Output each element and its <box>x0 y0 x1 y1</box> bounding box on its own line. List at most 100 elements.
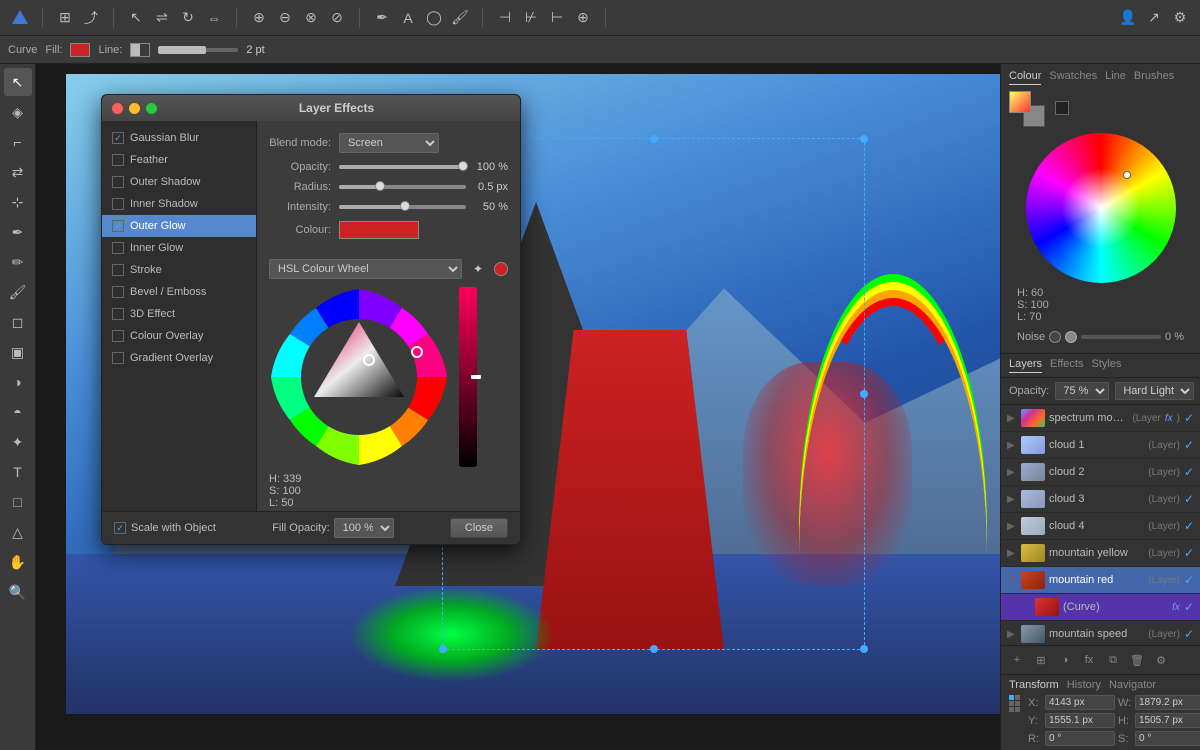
snap-btn[interactable]: ⊕ <box>571 6 595 30</box>
boolean-div-btn[interactable]: ⊘ <box>325 6 349 30</box>
boolean-sub-btn[interactable]: ⊖ <box>273 6 297 30</box>
styles-tab[interactable]: Styles <box>1091 358 1121 373</box>
pen-tool-btn[interactable]: ✒ <box>370 6 394 30</box>
effect-stroke[interactable]: Stroke <box>102 259 256 281</box>
layer-curve[interactable]: (Curve) fx ✓ <box>1001 594 1200 621</box>
expand-icon-2[interactable]: ▶ <box>1007 467 1017 478</box>
layers-blend-mode-select[interactable]: Hard Light <box>1115 382 1194 400</box>
align-left-btn[interactable]: ⊣ <box>493 6 517 30</box>
dialog-close-btn[interactable] <box>112 103 123 114</box>
r-input[interactable] <box>1045 731 1115 746</box>
swatches-tab[interactable]: Swatches <box>1049 70 1097 85</box>
effect-colour-overlay[interactable]: Colour Overlay <box>102 325 256 347</box>
layers-tab[interactable]: Layers <box>1009 358 1042 373</box>
gradient-tool-btn[interactable]: ◑ <box>4 368 32 396</box>
dialog-maximize-btn[interactable] <box>146 103 157 114</box>
layer-check-5[interactable]: ✓ <box>1184 546 1194 560</box>
color-swatches-pair[interactable] <box>1009 91 1045 127</box>
shape-tool-btn[interactable]: ◯ <box>422 6 446 30</box>
colour-tab[interactable]: Colour <box>1009 70 1041 85</box>
fill-opacity-select[interactable]: 100 % <box>334 518 394 538</box>
shape-rect-btn[interactable]: □ <box>4 488 32 516</box>
line-color-swatch[interactable] <box>130 43 150 57</box>
effect-3d-effect[interactable]: 3D Effect <box>102 303 256 325</box>
noise-circle-on[interactable] <box>1065 331 1077 343</box>
export-btn[interactable]: ↗ <box>1142 6 1166 30</box>
expand-icon-3[interactable]: ▶ <box>1007 494 1017 505</box>
layer-check-1[interactable]: ✓ <box>1184 438 1194 452</box>
layer-cloud-2[interactable]: ▶ cloud 2 (Layer) ✓ <box>1001 459 1200 486</box>
layers-add-btn[interactable]: + <box>1007 650 1027 670</box>
effects-tab[interactable]: Effects <box>1050 358 1083 373</box>
effect-feather[interactable]: Feather <box>102 149 256 171</box>
gaussian-blur-checkbox[interactable]: ✓ <box>112 132 124 144</box>
layer-check-4[interactable]: ✓ <box>1184 519 1194 533</box>
color-black-dot[interactable] <box>1055 101 1069 115</box>
corner-ml[interactable] <box>1009 701 1014 706</box>
expand-icon-5[interactable]: ▶ <box>1007 548 1017 559</box>
close-button[interactable]: Close <box>450 518 508 538</box>
dialog-minimize-btn[interactable] <box>129 103 140 114</box>
pen-tool-btn[interactable]: ✒ <box>4 218 32 246</box>
crop-tool-btn[interactable]: ⊹ <box>4 188 32 216</box>
corner-selector[interactable] <box>1009 695 1020 709</box>
grid-view-btn[interactable]: ⊞ <box>53 6 77 30</box>
color-wheel-type-select[interactable]: HSL Colour Wheel <box>269 259 462 279</box>
effect-gradient-overlay[interactable]: Gradient Overlay <box>102 347 256 369</box>
line-tab[interactable]: Line <box>1105 70 1126 85</box>
layers-duplicate-btn[interactable]: ⧉ <box>1103 650 1123 670</box>
layers-fx-btn[interactable]: fx <box>1079 650 1099 670</box>
transform-tool-btn[interactable]: ⇄ <box>4 158 32 186</box>
outer-shadow-checkbox[interactable] <box>112 176 124 188</box>
expand-icon-4[interactable]: ▶ <box>1007 521 1017 532</box>
w-input[interactable] <box>1135 695 1200 710</box>
right-noise-bar[interactable] <box>1081 335 1161 339</box>
layer-mountain-speed[interactable]: ▶ mountain speed (Layer) ✓ <box>1001 621 1200 645</box>
boolean-int-btn[interactable]: ⊗ <box>299 6 323 30</box>
move-tool-btn[interactable]: ↖ <box>124 6 148 30</box>
pencil-tool-btn[interactable]: ✏ <box>4 248 32 276</box>
align-right-btn[interactable]: ⊢ <box>545 6 569 30</box>
colour-overlay-checkbox[interactable] <box>112 330 124 342</box>
text-tool-btn2[interactable]: T <box>4 458 32 486</box>
corner-bl[interactable] <box>1009 707 1014 712</box>
layers-opacity-select[interactable]: 75 % <box>1055 382 1109 400</box>
node-tool-btn[interactable]: ◈ <box>4 98 32 126</box>
expand-icon-1[interactable]: ▶ <box>1007 440 1017 451</box>
brush-tool-btn2[interactable]: 🖌 <box>448 6 472 30</box>
canvas-area[interactable]: Layer Effects ✓ Gaussian Blur Feather O <box>36 64 1000 750</box>
select-tool-btn[interactable]: ↖ <box>4 68 32 96</box>
share-btn[interactable]: ⤴ <box>79 6 103 30</box>
brushes-tab[interactable]: Brushes <box>1134 70 1174 85</box>
boolean-add-btn[interactable]: ⊕ <box>247 6 271 30</box>
effect-gaussian-blur[interactable]: ✓ Gaussian Blur <box>102 127 256 149</box>
settings-btn[interactable]: ⚙ <box>1168 6 1192 30</box>
blend-mode-select[interactable]: Screen <box>339 133 439 153</box>
corner-tool-btn[interactable]: ⌐ <box>4 128 32 156</box>
history-tab[interactable]: History <box>1067 679 1101 691</box>
layer-check-2[interactable]: ✓ <box>1184 465 1194 479</box>
layers-group-btn[interactable]: ⊞ <box>1031 650 1051 670</box>
layer-check-3[interactable]: ✓ <box>1184 492 1194 506</box>
inner-shadow-checkbox[interactable] <box>112 198 124 210</box>
color-preview-dot[interactable] <box>494 262 508 276</box>
inner-glow-checkbox[interactable] <box>112 242 124 254</box>
user-btn[interactable]: 👤 <box>1116 6 1140 30</box>
layer-check-8[interactable]: ✓ <box>1184 627 1194 641</box>
colour-swatch[interactable] <box>339 221 419 239</box>
noise-circle-off[interactable] <box>1049 331 1061 343</box>
corner-br[interactable] <box>1015 707 1020 712</box>
effect-bevel-emboss[interactable]: Bevel / Emboss <box>102 281 256 303</box>
transparency-tool-btn[interactable]: ◓ <box>4 398 32 426</box>
corner-tr[interactable] <box>1015 695 1020 700</box>
radius-slider[interactable] <box>339 185 466 189</box>
layer-check-6[interactable]: ✓ <box>1184 573 1194 587</box>
layer-cloud-1[interactable]: ▶ cloud 1 (Layer) ✓ <box>1001 432 1200 459</box>
layer-mountain-yellow[interactable]: ▶ mountain yellow (Layer) ✓ <box>1001 540 1200 567</box>
layer-spectrum-mountain[interactable]: ▶ spectrum mountain (Layer fx ) ✓ <box>1001 405 1200 432</box>
layers-mask-btn[interactable]: ◑ <box>1055 650 1075 670</box>
feather-checkbox[interactable] <box>112 154 124 166</box>
expand-icon-6[interactable]: ▼ <box>1007 575 1017 586</box>
brush-tool-btn[interactable]: 🖌 <box>4 278 32 306</box>
gradient-overlay-checkbox[interactable] <box>112 352 124 364</box>
